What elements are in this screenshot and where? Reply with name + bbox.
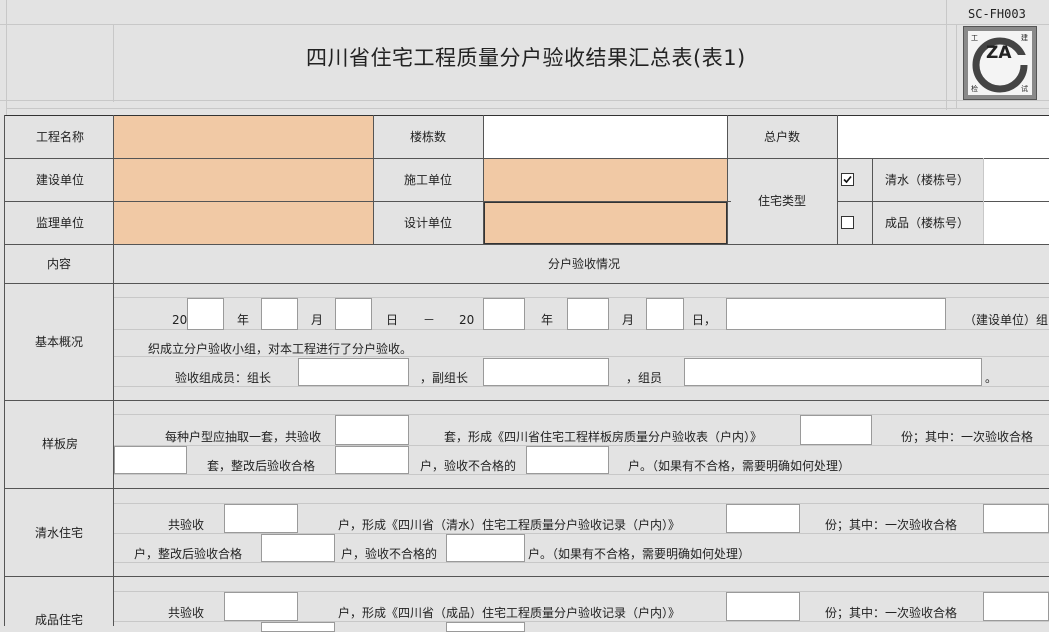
date-range-dash: － [423, 313, 436, 327]
bare-l2a: 户，整改后验收合格 [134, 547, 243, 561]
logo-text: ZA [986, 43, 1012, 63]
sample-first-pass-input[interactable] [114, 446, 187, 474]
basic-line2: 织成立分户验收小组，对本工程进行了分户验收。 [148, 342, 413, 356]
finished-checkbox[interactable] [841, 216, 854, 229]
start-month-input[interactable] [261, 298, 298, 330]
end-year-unit: 年 [541, 313, 554, 327]
sample-failed-input[interactable] [526, 446, 609, 474]
sample-l1c: 份；其中：一次验收合格 [901, 430, 1034, 444]
sample-l1b: 套，形成《四川省住宅工程样板房质量分户验收表（户内）》 [444, 430, 763, 444]
inspection-status-label: 分户验收情况 [548, 257, 621, 271]
members-input[interactable] [684, 358, 982, 386]
bare-rectified-input[interactable] [261, 534, 335, 562]
contractor-label: 施工单位 [404, 173, 453, 187]
leader-input[interactable] [298, 358, 409, 386]
organizer-unit-note: （建设单位）组 [964, 313, 1049, 327]
sample-l2a: 套，整改后验收合格 [207, 459, 316, 473]
bare-l1b: 户，形成《四川省（清水）住宅工程质量分户验收记录（户内）》 [338, 518, 681, 532]
end-day-input[interactable] [646, 298, 684, 330]
page-title: 四川省住宅工程质量分户验收结果汇总表(表1) [306, 46, 746, 70]
construction-unit-label: 建设单位 [36, 173, 85, 187]
bare-l2b: 户，验收不合格的 [341, 547, 438, 561]
content-label: 内容 [47, 257, 72, 271]
building-count-field[interactable] [484, 116, 727, 158]
household-total-field[interactable] [838, 116, 1049, 158]
end-year-prefix: 20 [459, 313, 475, 327]
sample-rectified-input[interactable] [335, 446, 409, 474]
finished-l1a: 共验收 [168, 606, 205, 620]
bare-households-input[interactable] [224, 504, 298, 533]
bare-l1a: 共验收 [168, 518, 205, 532]
supervision-unit-field[interactable] [114, 202, 373, 244]
start-year-unit: 年 [237, 313, 250, 327]
start-year-prefix: 20 [172, 313, 188, 327]
deputy-label: ，副组长 [420, 371, 469, 385]
bare-forms-input[interactable] [726, 504, 800, 533]
finished-building-no-field[interactable] [984, 202, 1049, 244]
start-day-input[interactable] [335, 298, 372, 330]
end-day-unit: 日， [692, 313, 717, 327]
end-month-unit: 月 [622, 313, 635, 327]
sample-l2c: 户。（如果有不合格，需要明确如何处理） [628, 459, 851, 473]
contractor-field[interactable] [484, 159, 727, 201]
bare-l2c: 户。（如果有不合格，需要明确如何处理） [528, 547, 751, 561]
checkmark-icon [843, 175, 852, 184]
bare-housing-label: 清水住宅 [35, 526, 84, 540]
finished-households-input[interactable] [224, 592, 298, 621]
household-total-label: 总户数 [764, 130, 801, 144]
finished-forms-input[interactable] [726, 592, 800, 621]
sample-l2b: 户，验收不合格的 [420, 459, 517, 473]
finished-first-pass-input[interactable] [983, 592, 1049, 621]
sample-label: 样板房 [42, 437, 79, 451]
sample-forms-input[interactable] [800, 415, 872, 445]
finished-housing-label: 成品住宅 [35, 613, 84, 627]
members-period: 。 [985, 371, 998, 385]
logo-corner-tl: 工 [971, 34, 978, 42]
design-unit-field[interactable] [484, 202, 727, 244]
organizer-unit-input[interactable] [726, 298, 946, 330]
end-month-input[interactable] [567, 298, 609, 330]
bare-first-pass-input[interactable] [983, 504, 1049, 533]
project-name-label: 工程名称 [36, 130, 85, 144]
logo-corner-bl: 检 [971, 85, 978, 93]
design-unit-label: 设计单位 [404, 216, 453, 230]
form-code: SC-FH003 [968, 7, 1026, 21]
bare-building-no-field[interactable] [984, 159, 1049, 201]
sample-sets-input[interactable] [335, 415, 409, 445]
finished-l1b: 户，形成《四川省（成品）住宅工程质量分户验收记录（户内）》 [338, 606, 681, 620]
finished-rectified-input[interactable] [261, 622, 335, 632]
building-count-label: 楼栋数 [410, 130, 447, 144]
bare-type-label: 清水（楼栋号） [885, 173, 970, 187]
bare-failed-input[interactable] [446, 534, 525, 562]
finished-failed-input[interactable] [446, 622, 525, 632]
logo-corner-tr: 建 [1021, 34, 1028, 42]
member-label: ，组员 [626, 371, 663, 385]
bare-checkbox[interactable] [841, 173, 854, 186]
supervision-unit-label: 监理单位 [36, 216, 85, 230]
deputy-input[interactable] [483, 358, 609, 386]
start-day-unit: 日 [386, 313, 399, 327]
bare-l1c: 份；其中：一次验收合格 [825, 518, 958, 532]
end-year-input[interactable] [483, 298, 525, 330]
finished-type-label: 成品（楼栋号） [885, 216, 970, 230]
sample-l1a: 每种户型应抽取一套，共验收 [165, 430, 322, 444]
construction-unit-field[interactable] [114, 159, 373, 201]
finished-l1c: 份；其中：一次验收合格 [825, 606, 958, 620]
start-year-input[interactable] [187, 298, 224, 330]
logo-corner-br: 试 [1021, 85, 1028, 93]
members-leader-label: 验收组成员：组长 [175, 371, 272, 385]
housing-type-label: 住宅类型 [758, 194, 807, 208]
start-month-unit: 月 [311, 313, 324, 327]
project-name-field[interactable] [114, 116, 373, 158]
logo: ZA 工 建 检 试 [963, 26, 1037, 100]
basic-label: 基本概况 [35, 335, 84, 349]
